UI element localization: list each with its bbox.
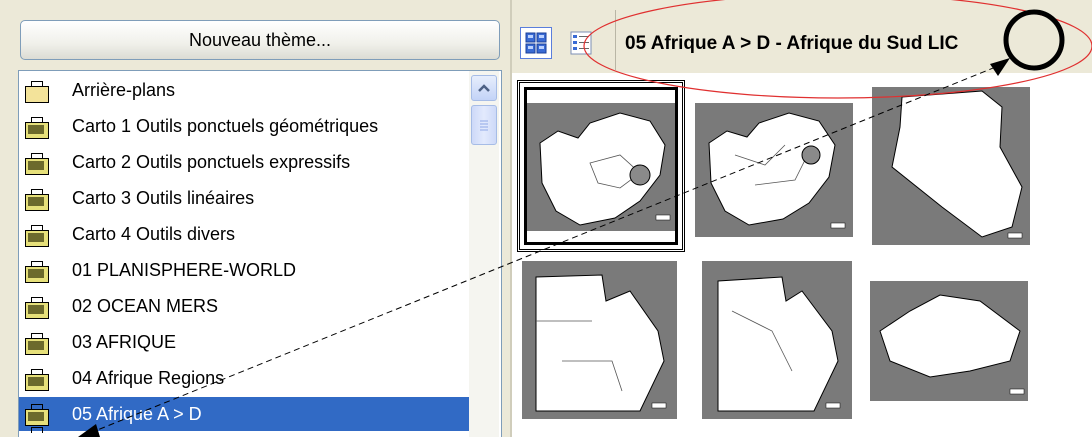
thumbnail-view-button[interactable] (520, 27, 552, 59)
list-item[interactable]: Carto 1 Outils ponctuels géométriques (19, 110, 469, 143)
list-item[interactable]: 02 OCEAN MERS (19, 290, 469, 323)
chevron-up-icon (478, 84, 490, 92)
list-item-label: Carto 3 Outils linéaires (72, 188, 255, 208)
folder-icon (24, 426, 50, 437)
map-image (870, 281, 1028, 401)
list-item-selected[interactable]: 05 Afrique A > D (19, 397, 469, 431)
list-view-icon (570, 31, 592, 55)
list-view-button[interactable] (565, 27, 597, 59)
list-item-label: 05 Afrique A > D (72, 403, 202, 424)
list-item[interactable]: Carto 4 Outils divers (19, 218, 469, 251)
map-image (702, 261, 852, 419)
list-item[interactable]: 04 Afrique Regions (19, 362, 469, 395)
current-path-label: 05 Afrique A > D - Afrique du Sud LIC (625, 33, 959, 54)
folder-icon (24, 224, 50, 247)
list-item[interactable]: Carto 2 Outils ponctuels expressifs (19, 146, 469, 179)
thumbnail-view-icon (525, 32, 547, 54)
map-image (695, 103, 853, 237)
list-item-label: 02 OCEAN MERS (72, 296, 219, 316)
map-image (526, 89, 676, 239)
folder-icon (24, 80, 50, 103)
vertical-scrollbar[interactable] (469, 71, 499, 437)
theme-list[interactable]: Arrière-plans Carto 1 Outils ponctuels g… (18, 70, 502, 437)
map-thumb-botswana-1[interactable] (522, 261, 677, 419)
map-thumb-south-africa-2[interactable] (695, 85, 853, 245)
folder-icon (24, 152, 50, 175)
folder-icon (24, 368, 50, 391)
list-item-label: Carto 4 Outils divers (72, 224, 236, 244)
list-item[interactable]: 03 AFRIQUE (19, 326, 469, 359)
scroll-thumb[interactable] (471, 105, 497, 145)
folder-icon (24, 332, 50, 355)
list-item[interactable]: Arrière-plans (19, 74, 469, 107)
map-thumb-south-africa-1[interactable] (517, 80, 685, 252)
map-image (522, 261, 677, 419)
map-image (872, 87, 1030, 245)
folder-icon (24, 403, 50, 426)
list-item-label: Carto 2 Outils ponctuels expressifs (72, 152, 351, 172)
map-thumb-algeria[interactable] (872, 87, 1030, 245)
gallery-toolbar: 05 Afrique A > D - Afrique du Sud LIC (512, 0, 1092, 73)
list-item[interactable]: Carto 3 Outils linéaires (19, 182, 469, 215)
list-item-label: 04 Afrique Regions (72, 368, 225, 388)
list-item-label: Carto 1 Outils ponctuels géométriques (72, 116, 379, 136)
map-thumb-botswana-2[interactable] (702, 261, 852, 419)
list-item-label: 03 AFRIQUE (72, 332, 177, 352)
folder-icon (24, 296, 50, 319)
new-theme-button[interactable]: Nouveau thème... (20, 20, 500, 60)
scroll-up-button[interactable] (471, 75, 497, 101)
thumbnail-gallery[interactable] (512, 73, 1092, 437)
list-item-partial[interactable] (19, 427, 469, 437)
list-item[interactable]: 01 PLANISPHERE-WORLD (19, 254, 469, 287)
list-item-label: 01 PLANISPHERE-WORLD (72, 260, 297, 280)
theme-panel: Nouveau thème... Arrière-plans Carto 1 O… (0, 0, 510, 437)
folder-icon (24, 116, 50, 139)
list-item-label: Arrière-plans (72, 80, 176, 100)
toolbar-separator (615, 10, 616, 70)
map-thumb-burkina-faso[interactable] (870, 281, 1028, 401)
folder-icon (24, 188, 50, 211)
folder-icon (24, 260, 50, 283)
